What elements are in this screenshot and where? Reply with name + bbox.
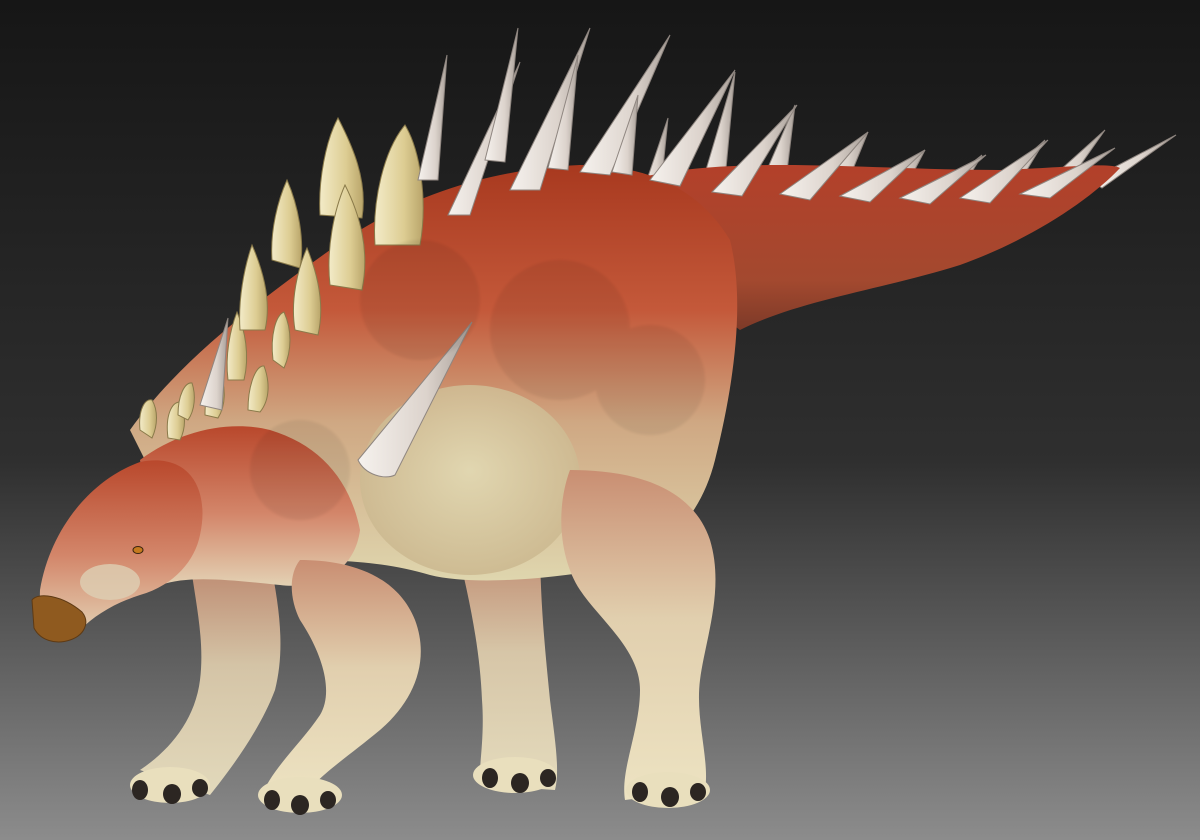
dinosaur-render [0, 0, 1200, 840]
eye [132, 546, 144, 554]
sculpt-viewport [0, 0, 1200, 840]
belly [360, 385, 580, 575]
cheek [80, 564, 140, 600]
